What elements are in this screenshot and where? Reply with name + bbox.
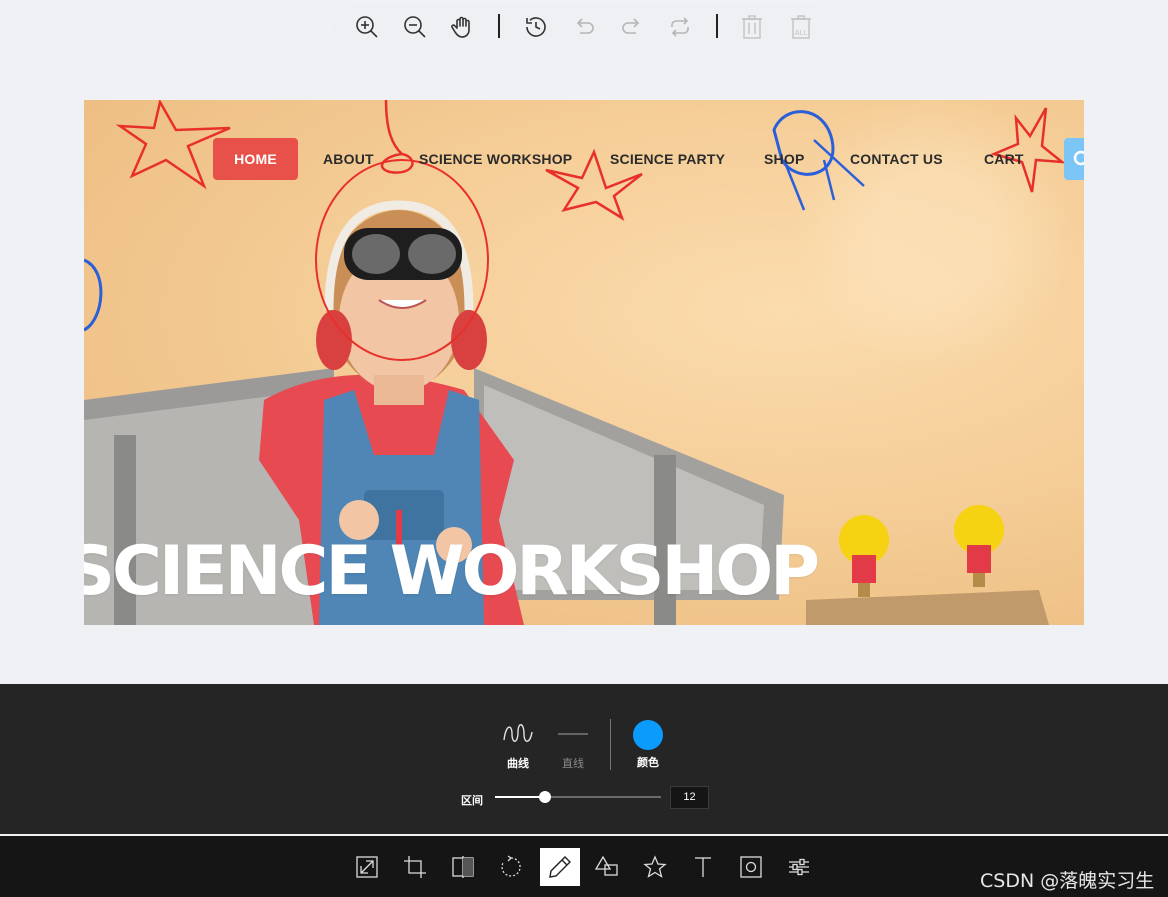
toolbar-separator bbox=[716, 14, 718, 38]
filter-icon bbox=[789, 858, 809, 876]
search-icon bbox=[1073, 150, 1084, 166]
slider-fill bbox=[495, 796, 545, 798]
site-navigation: HOME ABOUT SCIENCE WORKSHOP SCIENCE PART… bbox=[84, 138, 1084, 180]
panel-separator bbox=[610, 719, 611, 770]
rotate-icon bbox=[501, 855, 521, 877]
hand-icon[interactable] bbox=[450, 14, 476, 40]
flip-icon bbox=[452, 856, 474, 878]
text-tool-button[interactable] bbox=[683, 848, 723, 886]
hero-title: SCIENCE WORKSHOP bbox=[84, 532, 820, 611]
nav-shop[interactable]: SHOP bbox=[764, 138, 804, 180]
color-label: 颜色 bbox=[637, 757, 659, 769]
line-label: 直线 bbox=[562, 758, 584, 770]
search-button[interactable] bbox=[1064, 138, 1084, 180]
nav-cart[interactable]: CART bbox=[984, 138, 1024, 180]
range-slider[interactable] bbox=[495, 791, 661, 803]
curve-icon bbox=[503, 724, 533, 742]
filter-tool-button[interactable] bbox=[779, 848, 819, 886]
nav-home[interactable]: HOME bbox=[213, 138, 298, 180]
pencil-icon bbox=[549, 856, 571, 878]
draw-options-panel: 曲线 直线 颜色 区间 12 bbox=[0, 684, 1168, 834]
cardboard-box bbox=[806, 590, 1049, 625]
color-option[interactable]: 颜色 bbox=[628, 720, 668, 770]
nav-science-workshop[interactable]: SCIENCE WORKSHOP bbox=[419, 138, 572, 180]
toolbar-separator bbox=[498, 14, 500, 38]
draw-tool-button[interactable] bbox=[540, 848, 580, 886]
redo-icon[interactable] bbox=[619, 14, 645, 40]
nav-contact-us[interactable]: CONTACT US bbox=[850, 138, 943, 180]
reset-icon[interactable] bbox=[667, 14, 693, 40]
resize-tool-button[interactable] bbox=[347, 848, 387, 886]
mask-icon bbox=[740, 856, 762, 878]
crop-icon bbox=[404, 856, 426, 878]
line-icon bbox=[558, 733, 588, 735]
shape-tool-button[interactable] bbox=[587, 848, 627, 886]
top-toolbar: ALL bbox=[332, 4, 834, 48]
rotate-tool-button[interactable] bbox=[491, 848, 531, 886]
star-icon bbox=[643, 855, 667, 878]
slider-thumb[interactable] bbox=[538, 791, 551, 803]
mask-tool-button[interactable] bbox=[731, 848, 771, 886]
zoom-in-icon[interactable] bbox=[354, 14, 380, 40]
watermark: CSDN @落魄实习生 bbox=[980, 870, 1155, 892]
nav-science-party[interactable]: SCIENCE PARTY bbox=[610, 138, 725, 180]
shape-icon bbox=[595, 855, 618, 876]
range-value-input[interactable]: 12 bbox=[670, 786, 709, 809]
crop-tool-button[interactable] bbox=[395, 848, 435, 886]
svg-text:ALL: ALL bbox=[795, 30, 808, 37]
zoom-out-icon[interactable] bbox=[402, 14, 428, 40]
range-label: 区间 bbox=[461, 795, 483, 807]
headphone-left bbox=[316, 310, 352, 370]
icon-tool-button[interactable] bbox=[635, 848, 675, 886]
flip-tool-button[interactable] bbox=[443, 848, 483, 886]
curve-option[interactable]: 曲线 bbox=[500, 720, 536, 771]
delete-all-icon[interactable]: ALL bbox=[788, 14, 814, 40]
undo-icon[interactable] bbox=[571, 14, 597, 40]
image-canvas[interactable]: HOME ABOUT SCIENCE WORKSHOP SCIENCE PART… bbox=[84, 100, 1084, 625]
text-icon bbox=[695, 857, 711, 877]
nav-about[interactable]: ABOUT bbox=[323, 138, 374, 180]
color-swatch[interactable] bbox=[633, 720, 663, 750]
curve-label: 曲线 bbox=[507, 758, 529, 770]
main-toolbar: CSDN @落魄实习生 bbox=[0, 836, 1168, 897]
delete-icon[interactable] bbox=[739, 14, 765, 40]
headphone-right bbox=[451, 310, 487, 370]
resize-icon bbox=[356, 856, 378, 878]
history-icon[interactable] bbox=[523, 14, 549, 40]
line-option[interactable]: 直线 bbox=[555, 720, 591, 771]
